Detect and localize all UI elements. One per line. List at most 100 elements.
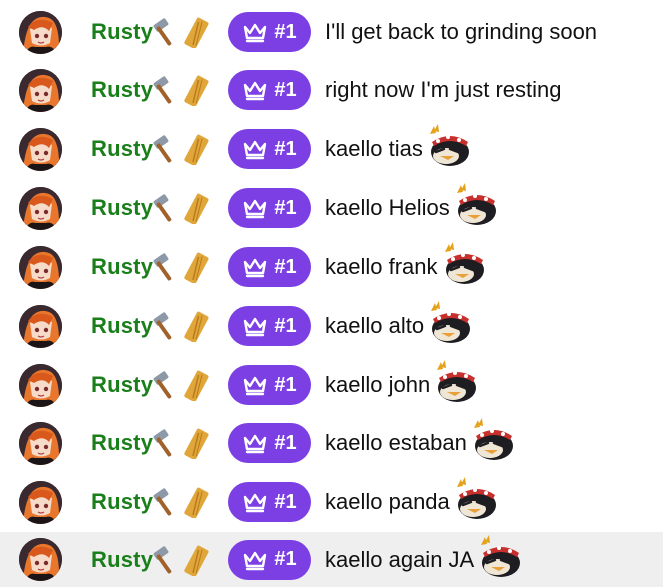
user-tools [152,133,216,165]
message-body: kaello panda [325,477,499,521]
rank-badge[interactable]: #1 [228,539,311,580]
hammer-icon [153,18,172,46]
username[interactable]: Rusty [91,136,153,162]
plank-icon [184,17,209,48]
avatar[interactable] [19,68,62,112]
penguin-emote-icon[interactable] [468,416,516,462]
penguin-emote-icon[interactable] [431,358,479,404]
rank-badge[interactable]: #1 [228,12,311,52]
username[interactable]: Rusty [91,547,153,573]
rank-badge-label: #1 [274,78,297,101]
hammer-icon [153,253,172,281]
plank-icon [184,134,209,165]
user-tools [152,251,216,283]
plank-icon [184,545,209,576]
crown-icon [242,256,268,278]
penguin-emote-icon[interactable] [425,299,473,345]
rank-badge-label: #1 [274,548,297,570]
rank-badge-label: #1 [274,490,297,513]
hammer-icon [153,488,172,516]
crown-icon [242,138,268,160]
message-body: kaello john [325,360,479,404]
rank-badge[interactable]: #1 [228,365,311,405]
username[interactable]: Rusty [91,430,153,456]
avatar[interactable] [19,421,62,465]
rank-badge-label: #1 [274,373,297,396]
rank-badge-label: #1 [274,20,297,43]
username[interactable]: Rusty [91,195,153,221]
user-tools [152,369,216,401]
hammer-icon [153,312,172,340]
chat-message[interactable]: Rusty #1 kaello Helios [0,179,663,237]
user-tools [152,192,216,224]
hammer-icon [153,429,172,457]
username[interactable]: Rusty [91,489,153,515]
message-text: kaello panda [325,489,450,514]
user-tools [152,544,216,576]
message-text: kaello john [325,372,431,397]
penguin-emote-icon[interactable] [451,475,499,521]
avatar[interactable] [19,186,62,230]
penguin-emote-icon[interactable] [424,122,472,168]
penguin-emote-icon[interactable] [475,533,523,579]
rank-badge[interactable]: #1 [228,306,311,346]
chat-message[interactable]: Rusty #1 kaello again JA [0,532,663,587]
rank-badge-label: #1 [274,255,297,278]
username[interactable]: Rusty [91,254,153,280]
user-tools [152,16,216,48]
avatar[interactable] [19,245,62,289]
username[interactable]: Rusty [91,313,153,339]
username[interactable]: Rusty [91,372,153,398]
plank-icon [184,370,209,401]
crown-icon [242,491,268,513]
plank-icon [184,428,209,459]
crown-icon [242,79,268,101]
plank-icon [184,75,209,106]
hammer-icon [153,545,172,574]
penguin-emote-icon[interactable] [439,240,487,286]
rank-badge[interactable]: #1 [228,188,311,228]
crown-icon [242,21,268,43]
chat-message[interactable]: Rusty #1 I'll get back to grinding soon [0,3,663,61]
message-body: kaello again JA [325,534,523,579]
avatar[interactable] [19,480,62,524]
message-text: kaello Helios [325,195,450,220]
penguin-emote-icon[interactable] [451,181,499,227]
crown-icon [242,315,268,337]
hammer-icon [153,194,172,222]
chat-message[interactable]: Rusty #1 kaello estaban [0,414,663,472]
message-text: I'll get back to grinding soon [325,19,598,44]
chat-message[interactable]: Rusty #1 kaello frank [0,238,663,296]
avatar[interactable] [19,10,62,54]
message-body: kaello tias [325,124,472,168]
username[interactable]: Rusty [91,19,153,45]
message-text: kaello estaban [325,430,467,455]
plank-icon [184,311,209,342]
avatar[interactable] [19,304,62,348]
rank-badge[interactable]: #1 [228,423,311,463]
chat-message[interactable]: Rusty #1 right now I'm just resting [0,61,663,119]
message-text: kaello again JA [325,546,475,572]
crown-icon [242,197,268,219]
avatar[interactable] [19,363,62,407]
rank-badge[interactable]: #1 [228,482,311,522]
avatar[interactable] [19,127,62,171]
crown-icon [242,549,268,571]
rank-badge-label: #1 [274,196,297,219]
hammer-icon [153,371,172,399]
username[interactable]: Rusty [91,77,153,103]
rank-badge[interactable]: #1 [228,247,311,287]
rank-badge[interactable]: #1 [228,70,311,110]
chat-message[interactable]: Rusty #1 kaello tias [0,120,663,178]
plank-icon [184,252,209,283]
chat-message[interactable]: Rusty #1 kaello alto [0,297,663,355]
message-text: kaello tias [325,136,423,161]
user-tools [152,74,216,106]
chat-message[interactable]: Rusty #1 kaello panda [0,473,663,531]
chat-message[interactable]: Rusty #1 kaello john [0,356,663,414]
avatar[interactable] [19,538,62,581]
rank-badge[interactable]: #1 [228,129,311,169]
message-text: right now I'm just resting [325,77,562,102]
message-body: kaello alto [325,301,473,345]
rank-badge-label: #1 [274,314,297,337]
